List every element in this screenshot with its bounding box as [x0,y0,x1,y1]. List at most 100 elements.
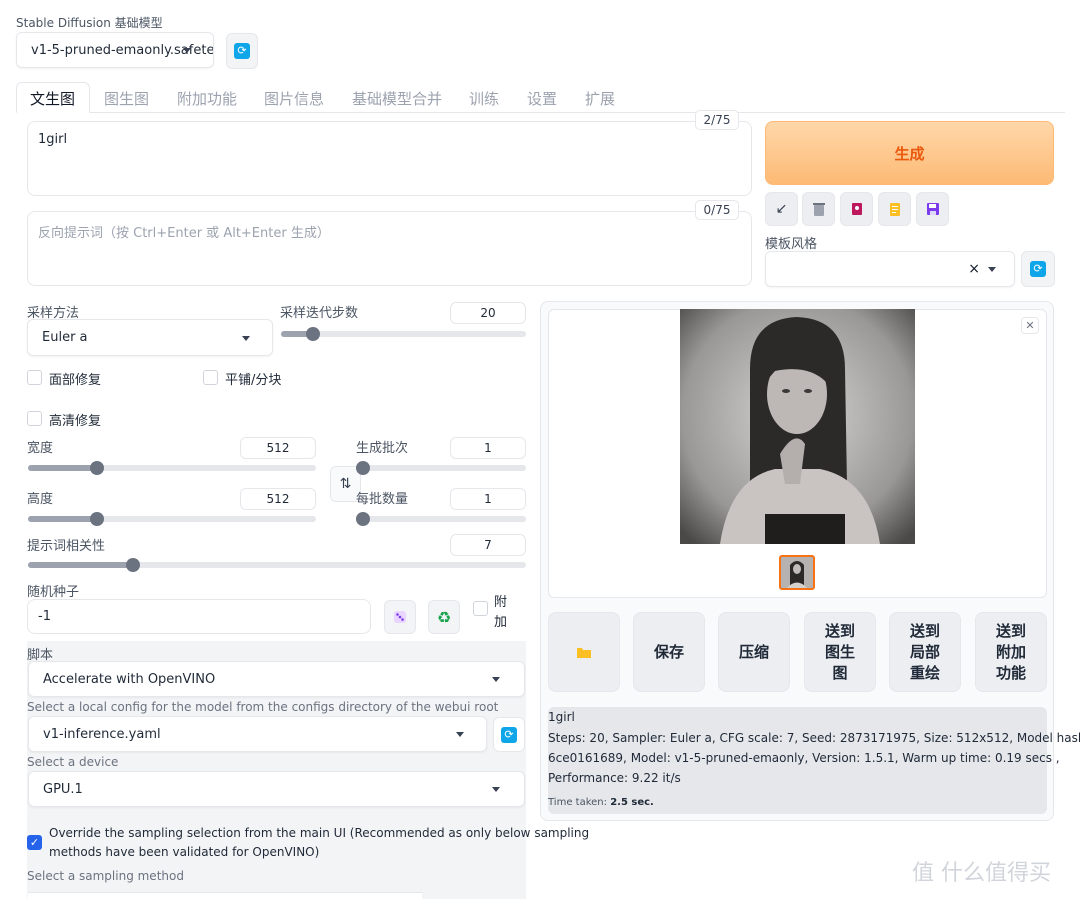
check-icon: ✓ [29,836,40,849]
tab-extensions[interactable]: 扩展 [585,86,615,112]
batch-size-slider-thumb[interactable] [356,512,370,526]
sampling-method-label: Select a sampling method [27,869,184,883]
device-select[interactable]: GPU.1 [28,771,525,807]
folder-icon [577,648,591,658]
sampler-select[interactable]: Euler a [27,319,273,356]
save-button[interactable]: 保存 [633,612,705,692]
tiling-checkbox[interactable] [203,370,218,385]
save-style-button[interactable] [916,192,949,226]
refresh-icon: ⟳ [1030,261,1046,277]
styles-select[interactable]: × [765,251,1015,287]
zip-button[interactable]: 压缩 [718,612,790,692]
width-input[interactable]: 512 [240,437,316,459]
refresh-icon: ⟳ [501,726,517,743]
model-label: Stable Diffusion 基础模型 [16,16,163,30]
batch-size-slider[interactable] [356,512,526,526]
width-slider-thumb[interactable] [90,461,105,475]
watermark: 值 什么值得买 [912,861,1051,886]
model-select[interactable]: v1-5-pruned-emaonly.safete [16,32,214,68]
refresh-styles-button[interactable]: ⟳ [1021,251,1055,287]
chevron-down-icon [183,48,191,53]
gallery-thumbnail[interactable] [779,555,815,590]
chevron-down-icon [492,677,500,682]
hires-fix-label: 高清修复 [49,414,102,429]
steps-input[interactable]: 20 [450,302,526,324]
swap-icon: ⇅ [339,476,352,492]
batch-size-label: 每批数量 [356,492,409,507]
close-icon: ✕ [1025,319,1035,332]
cfg-scale-slider-thumb[interactable] [125,558,140,572]
steps-slider[interactable] [281,327,526,341]
tab-train[interactable]: 训练 [469,86,499,112]
device-value: GPU.1 [43,781,83,797]
steps-slider-thumb[interactable] [305,327,320,341]
refresh-config-button[interactable]: ⟳ [493,717,525,752]
send-to-img2img-button[interactable]: 送到 图生 图 [804,612,876,692]
restore-faces-checkbox[interactable] [27,370,42,385]
read-params-button[interactable]: ↙ [765,192,798,226]
script-select[interactable]: Accelerate with OpenVINO [28,661,525,697]
height-input[interactable]: 512 [240,488,316,510]
batch-count-slider[interactable] [356,461,526,475]
close-gallery-button[interactable]: ✕ [1021,317,1039,334]
tab-divider [16,112,1065,113]
override-sampling-label-2: methods have been validated for OpenVINO… [49,845,320,859]
width-slider[interactable] [28,461,316,475]
time-taken-value: 2.5 sec. [610,797,654,808]
arrow-down-left-icon: ↙ [775,201,788,217]
batch-size-input[interactable]: 1 [450,488,526,510]
styles-label: 模板风格 [765,237,818,252]
restore-faces-label: 面部修复 [49,373,102,388]
tab-img2img[interactable]: 图生图 [104,86,149,112]
prompt-text: 1girl [38,132,68,147]
refresh-icon: ⟳ [234,43,250,59]
tab-label-txt2img: 文生图 [30,90,76,108]
random-seed-button[interactable] [384,600,416,634]
recycle-icon: ♻ [436,607,452,627]
tab-checkpoint-merger[interactable]: 基础模型合并 [352,86,442,112]
info-prompt: 1girl [548,710,575,724]
negative-prompt-textarea[interactable]: 反向提示词（按 Ctrl+Enter 或 Alt+Enter 生成） [27,211,752,286]
seed-input[interactable]: -1 [27,599,371,634]
extra-seed-checkbox[interactable] [473,601,488,616]
clear-prompt-button[interactable] [802,192,835,226]
generate-button[interactable]: 生成 [765,121,1054,185]
cfg-scale-slider[interactable] [28,558,526,572]
send-to-inpaint-button[interactable]: 送到 局部 重绘 [889,612,961,692]
open-folder-button[interactable] [548,612,620,692]
send-to-extras-button[interactable]: 送到 附加 功能 [975,612,1047,692]
tab-png-info[interactable]: 图片信息 [264,86,324,112]
portrait-image [680,309,915,544]
generated-image[interactable] [680,309,915,544]
time-taken-label: Time taken: [548,797,607,808]
batch-count-input[interactable]: 1 [450,437,526,459]
cfg-scale-label: 提示词相关性 [27,539,106,554]
tab-settings[interactable]: 设置 [527,86,557,112]
override-sampling-checkbox[interactable]: ✓ [27,835,42,850]
batch-count-slider-thumb[interactable] [356,461,370,475]
apply-style-button[interactable] [878,192,911,226]
height-slider-thumb[interactable] [90,512,105,526]
dice-icon [394,611,406,623]
height-slider[interactable] [28,512,316,526]
config-select[interactable]: v1-inference.yaml [28,716,487,752]
prompt-textarea[interactable]: 1girl [27,121,752,196]
extra-networks-button[interactable] [840,192,873,226]
negative-prompt-placeholder: 反向提示词（按 Ctrl+Enter 或 Alt+Enter 生成） [38,226,330,241]
hires-fix-checkbox[interactable] [27,411,42,426]
steps-label: 采样迭代步数 [280,306,359,321]
clear-icon[interactable]: × [968,261,980,277]
negative-token-counter: 0/75 [695,200,739,220]
reuse-seed-button[interactable]: ♻ [428,600,460,634]
book-icon [851,203,862,215]
tiling-label: 平铺/分块 [225,373,282,388]
extra-seed-label-1: 附 [494,595,508,610]
cfg-scale-input[interactable]: 7 [450,534,526,556]
time-taken: Time taken: 2.5 sec. [548,797,654,808]
height-label: 高度 [27,492,54,507]
refresh-model-button[interactable]: ⟳ [226,33,258,69]
prompt-token-counter: 2/75 [695,110,739,130]
tab-extras[interactable]: 附加功能 [177,86,237,112]
seed-label: 随机种子 [27,585,80,600]
chevron-down-icon [456,732,464,737]
